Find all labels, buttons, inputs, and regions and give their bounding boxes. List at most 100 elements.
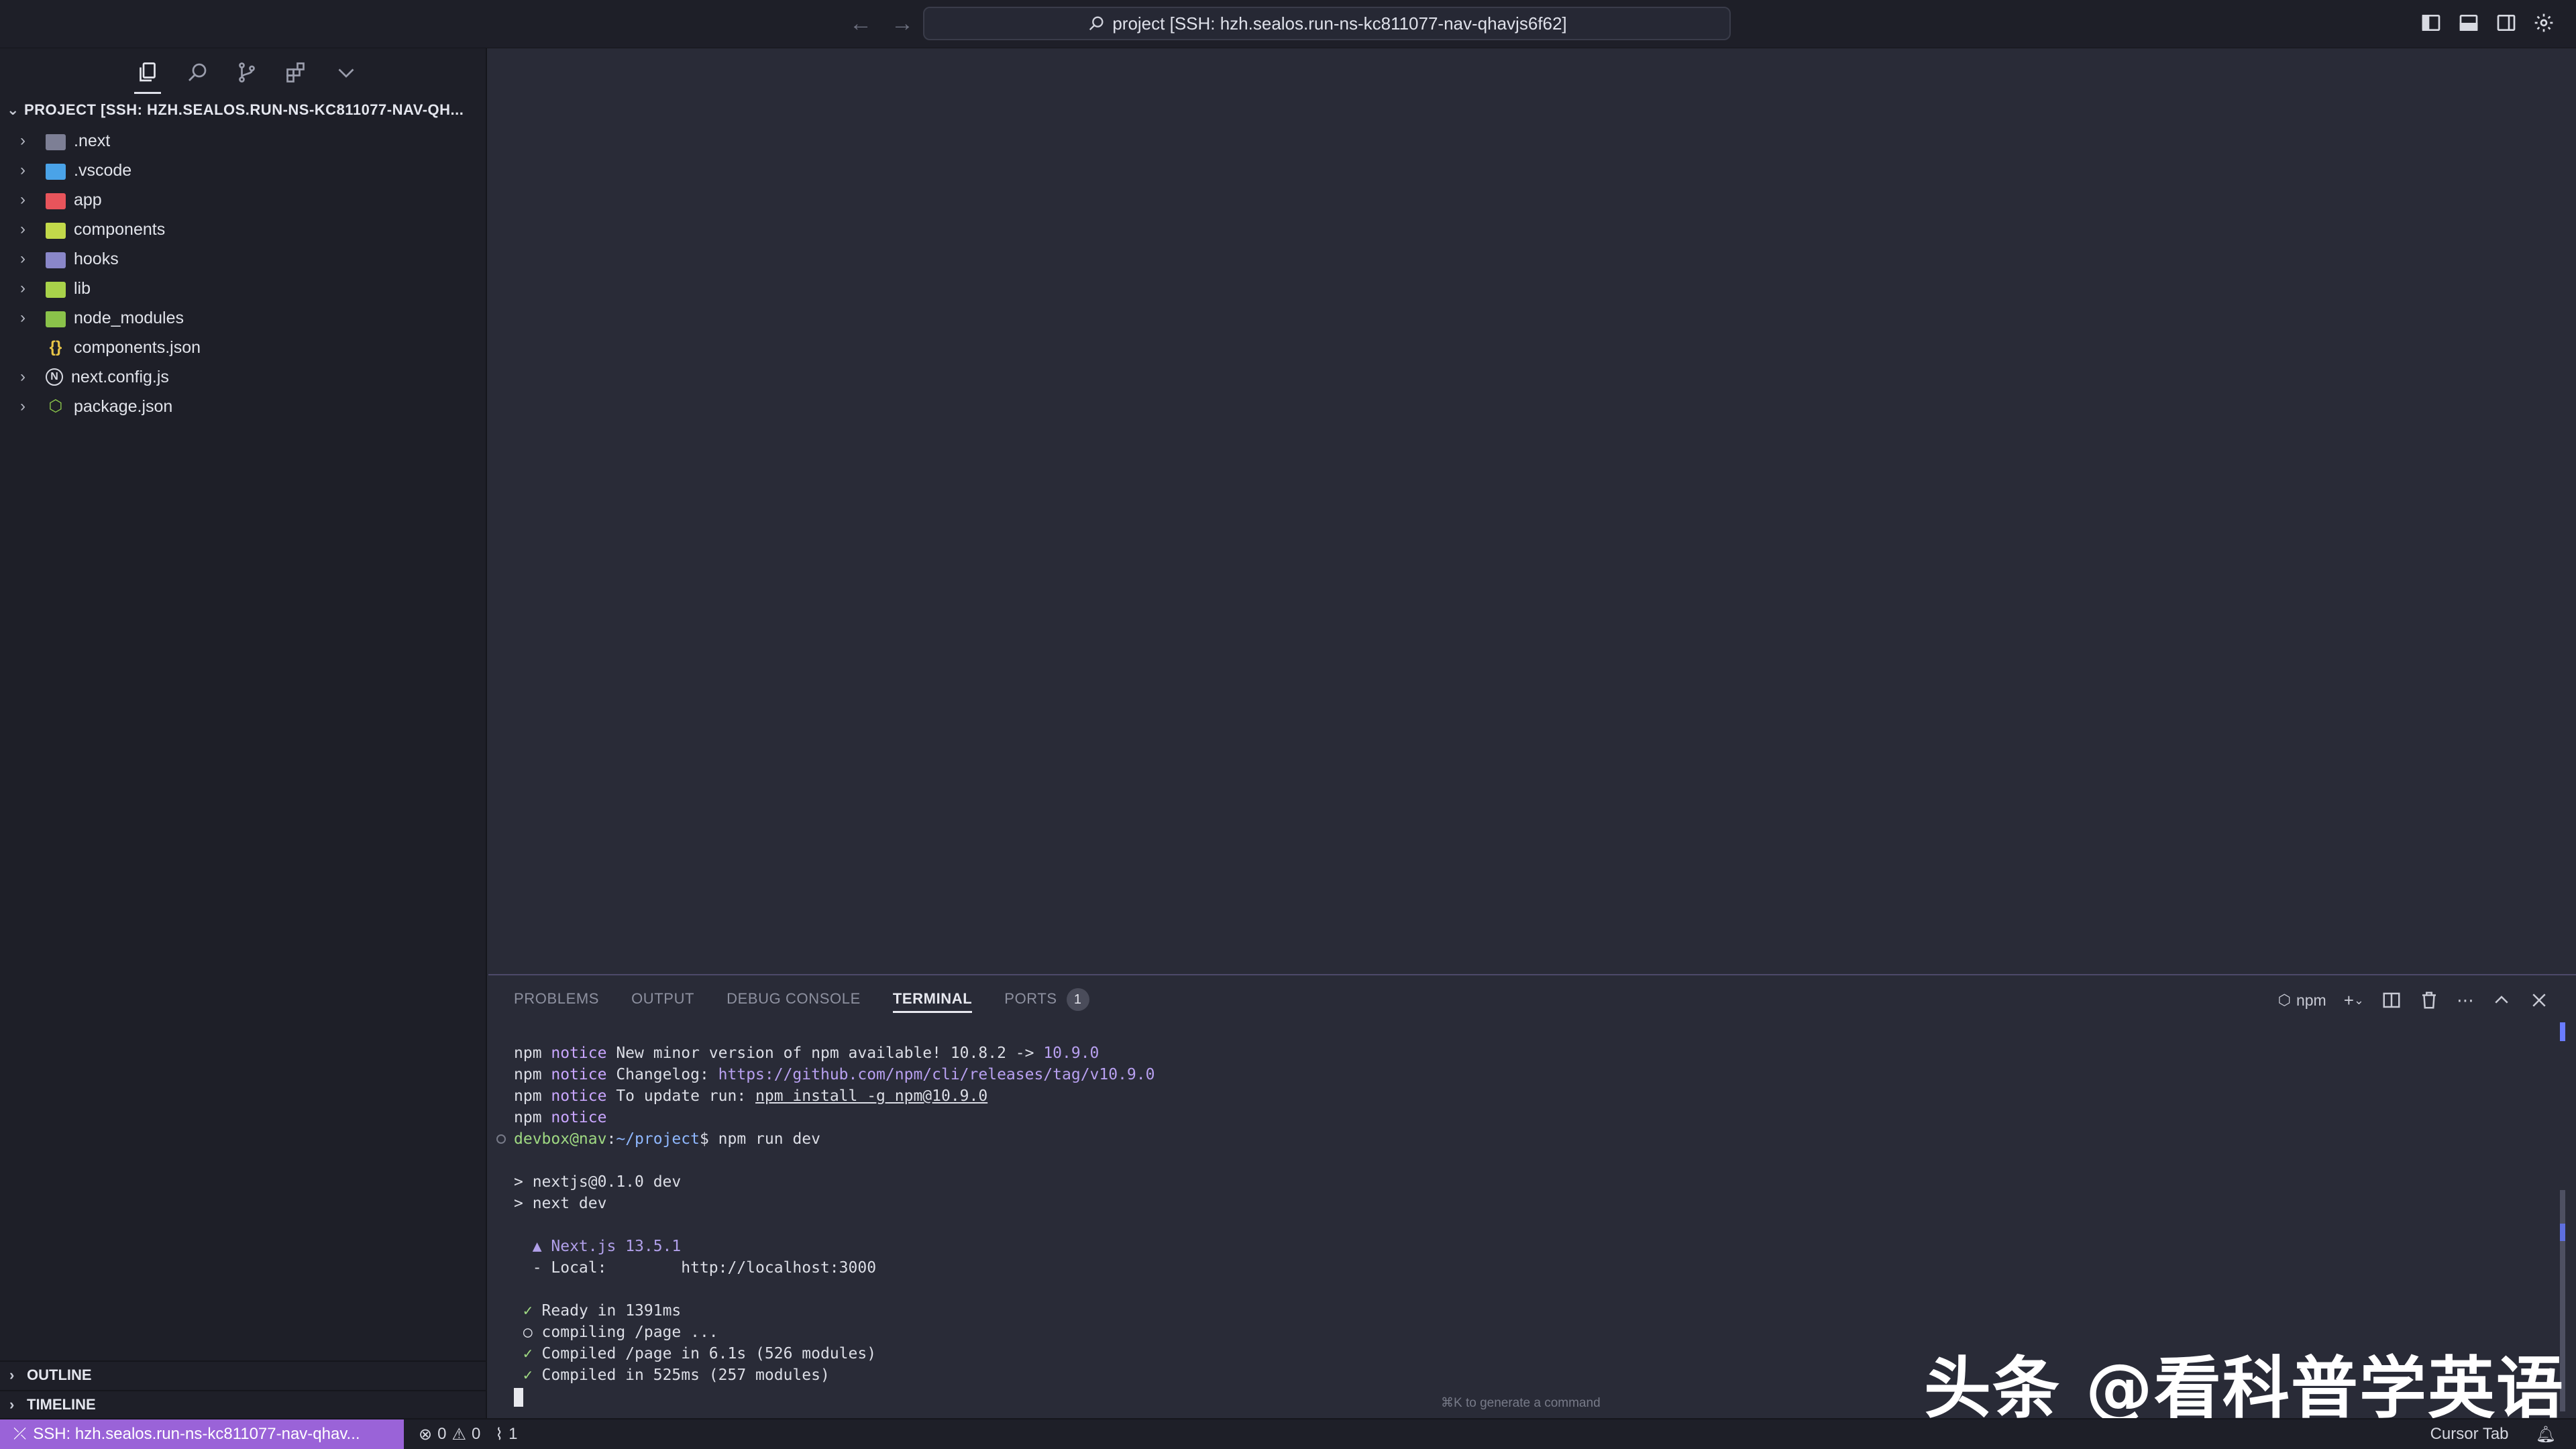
tree-item-label: package.json <box>74 396 173 416</box>
timeline-section[interactable]: › TIMELINE <box>0 1390 487 1418</box>
outline-title: OUTLINE <box>27 1366 92 1383</box>
tree-item-label: components.json <box>74 337 201 357</box>
error-icon: ⊗ <box>419 1425 433 1444</box>
warning-count: 0 <box>471 1425 481 1443</box>
prompt-circle-icon <box>496 1134 506 1144</box>
tree-item-next-config[interactable]: › N next.config.js <box>0 362 487 392</box>
warning-icon: ⚠ <box>451 1425 466 1444</box>
chevron-down-icon[interactable] <box>330 54 362 91</box>
activity-bar <box>131 54 362 94</box>
explorer-title: PROJECT [SSH: HZH.SEALOS.RUN-NS-KC811077… <box>24 101 464 118</box>
sidebar: ⌄ PROJECT [SSH: HZH.SEALOS.RUN-NS-KC8110… <box>0 48 487 1418</box>
status-bar: ⤫ SSH: hzh.sealos.run-ns-kc811077-nav-qh… <box>0 1418 2576 1449</box>
explorer-icon[interactable] <box>131 54 164 94</box>
tree-item-next[interactable]: › .next <box>0 126 487 156</box>
command-center-label: project [SSH: hzh.sealos.run-ns-kc811077… <box>1112 13 1567 34</box>
tree-item-hooks[interactable]: › hooks <box>0 244 487 274</box>
tree-item-app[interactable]: › app <box>0 185 487 215</box>
tab-debug-console[interactable]: DEBUG CONSOLE <box>727 985 861 1013</box>
tree-item-label: next.config.js <box>71 367 169 386</box>
tab-problems[interactable]: PROBLEMS <box>514 985 599 1013</box>
extensions-icon[interactable] <box>280 54 313 91</box>
more-actions-icon[interactable]: ⋯ <box>2457 989 2474 1012</box>
title-bar: ← → project [SSH: hzh.sealos.run-ns-kc81… <box>0 0 2576 48</box>
tree-item-package-json[interactable]: › ⬡ package.json <box>0 392 487 421</box>
tree-item-components-json[interactable]: {} components.json <box>0 333 487 362</box>
folder-icon <box>46 193 66 209</box>
terminal-prompt-line: devbox@nav:~/project$ npm run dev <box>496 1128 2526 1150</box>
tree-item-lib[interactable]: › lib <box>0 274 487 303</box>
navigation-arrows: ← → <box>847 9 916 38</box>
tree-item-label: lib <box>74 278 91 298</box>
folder-icon <box>46 252 66 268</box>
tree-item-label: .next <box>74 131 111 150</box>
trash-icon[interactable] <box>2419 989 2439 1012</box>
forward-arrow-icon[interactable]: → <box>888 9 916 38</box>
json-icon: {} <box>49 338 62 356</box>
folder-icon <box>46 282 66 298</box>
terminal-line: ▲ Next.js 13.5.1 <box>514 1238 682 1255</box>
antenna-icon: ⌇ <box>495 1425 504 1444</box>
chevron-right-icon: › <box>9 1366 15 1383</box>
tree-item-components[interactable]: › components <box>0 215 487 244</box>
chevron-right-icon: › <box>20 368 25 386</box>
new-terminal-icon[interactable]: + ⌄ <box>2344 989 2364 1012</box>
folder-icon <box>46 311 66 327</box>
tree-item-node-modules[interactable]: › node_modules <box>0 303 487 333</box>
terminal-selector[interactable]: ⬡ npm <box>2278 989 2326 1012</box>
chevron-right-icon: › <box>20 279 25 297</box>
cursor-tab-status[interactable]: Cursor Tab <box>2430 1425 2509 1444</box>
tree-item-label: .vscode <box>74 160 132 180</box>
generate-command-hint: ⌘K to generate a command <box>1441 1396 1601 1410</box>
chevron-right-icon: › <box>20 161 25 179</box>
terminal-line: npm notice Changelog: https://github.com… <box>514 1066 1155 1083</box>
chevron-right-icon: › <box>20 397 25 415</box>
tree-item-label: hooks <box>74 249 119 268</box>
toggle-panel-icon[interactable] <box>2457 9 2481 36</box>
command-center[interactable]: project [SSH: hzh.sealos.run-ns-kc811077… <box>923 7 1731 40</box>
file-tree: › .next › .vscode › app › components › h… <box>0 126 487 421</box>
chevron-right-icon: › <box>20 250 25 268</box>
bell-icon[interactable]: 🔔︎ <box>2536 1425 2556 1444</box>
tab-terminal[interactable]: TERMINAL <box>892 985 973 1013</box>
problems-status[interactable]: ⊗ 0 ⚠ 0 <box>419 1425 480 1444</box>
chevron-right-icon: › <box>20 309 25 327</box>
remote-indicator[interactable]: ⤫ SSH: hzh.sealos.run-ns-kc811077-nav-qh… <box>0 1419 404 1449</box>
panel-actions: ⬡ npm + ⌄ ⋯ <box>2278 989 2549 1012</box>
source-control-icon[interactable] <box>231 54 263 91</box>
terminal-line: - Local: http://localhost:3000 <box>514 1259 877 1277</box>
explorer-header[interactable]: ⌄ PROJECT [SSH: HZH.SEALOS.RUN-NS-KC8110… <box>0 95 487 125</box>
tab-ports-label: PORTS <box>1004 990 1057 1007</box>
close-panel-icon[interactable] <box>2529 989 2549 1012</box>
settings-gear-icon[interactable] <box>2532 9 2556 36</box>
ports-status[interactable]: ⌇ 1 <box>495 1425 517 1444</box>
chevron-right-icon: › <box>20 220 25 238</box>
terminal-line: > nextjs@0.1.0 dev <box>514 1173 682 1191</box>
back-arrow-icon[interactable]: ← <box>847 9 875 38</box>
folder-icon <box>46 164 66 180</box>
split-terminal-icon[interactable] <box>2381 989 2402 1012</box>
terminal-icon: ⬡ <box>2277 991 2291 1008</box>
outline-section[interactable]: › OUTLINE <box>0 1360 487 1389</box>
tree-item-vscode[interactable]: › .vscode <box>0 156 487 185</box>
maximize-panel-icon[interactable] <box>2491 989 2512 1012</box>
search-icon[interactable] <box>181 54 213 91</box>
tab-ports[interactable]: PORTS 1 <box>1004 985 1089 1013</box>
toggle-primary-sidebar-icon[interactable] <box>2419 9 2443 36</box>
terminal-line: npm notice To update run: npm install -g… <box>514 1087 988 1105</box>
tree-item-label: components <box>74 219 166 239</box>
toggle-secondary-sidebar-icon[interactable] <box>2494 9 2518 36</box>
remote-label: SSH: hzh.sealos.run-ns-kc811077-nav-qhav… <box>33 1425 360 1443</box>
editor-area[interactable] <box>488 48 2576 974</box>
chevron-right-icon: › <box>20 191 25 209</box>
terminal-name: npm <box>2296 991 2326 1009</box>
chevron-down-icon: ⌄ <box>7 101 19 118</box>
tab-output[interactable]: OUTPUT <box>631 985 694 1013</box>
terminal-line: ✓ Ready in 1391ms <box>514 1302 682 1320</box>
chevron-right-icon: › <box>20 131 25 150</box>
tree-item-label: app <box>74 190 102 209</box>
ports-count-badge: 1 <box>1066 988 1089 1011</box>
nodejs-icon: ⬡ <box>48 397 63 415</box>
search-icon <box>1089 16 1104 31</box>
watermark-text: 头条 @看科普学英语 <box>1924 1349 2565 1428</box>
